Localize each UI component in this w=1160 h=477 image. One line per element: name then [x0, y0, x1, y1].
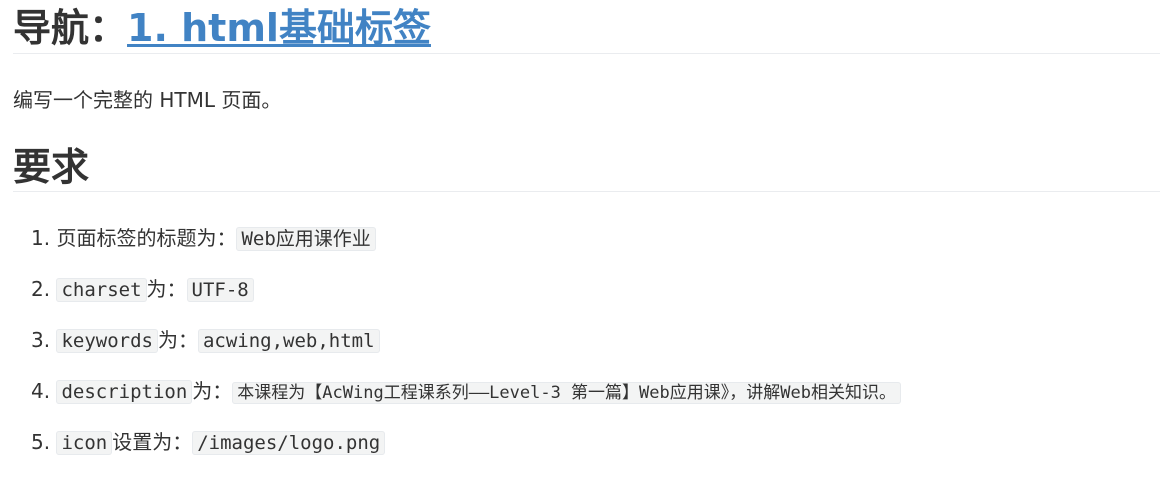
item-number: 1.: [31, 226, 51, 250]
item-code: 本课程为【AcWing工程课系列——Level-3 第一篇】Web应用课》，讲解…: [232, 382, 901, 404]
item-code: acwing,web,html: [197, 329, 380, 353]
nav-prefix: 导航：: [13, 6, 128, 50]
item-key-code: icon: [56, 431, 113, 455]
list-item: 1. 页面标签的标题为： Web应用课作业: [31, 222, 901, 273]
item-text: 为：: [157, 328, 198, 352]
section-title: 要求: [13, 144, 1160, 192]
item-code: UTF-8: [186, 278, 254, 302]
list-item: 5. icon 设置为：/images/logo.png: [31, 426, 901, 477]
item-key-code: keywords: [56, 329, 158, 353]
item-number: 3.: [31, 328, 51, 352]
page-title: 导航：1. html基础标签: [13, 0, 1160, 54]
item-number: 5.: [31, 430, 51, 454]
item-number: 2.: [31, 277, 51, 301]
item-code: /images/logo.png: [192, 431, 386, 455]
list-item: 2. charset 为： UTF-8: [31, 273, 901, 324]
intro-text: 编写一个完整的 HTML 页面。: [13, 88, 282, 112]
item-key-code: charset: [56, 278, 147, 302]
item-number: 4.: [31, 379, 51, 403]
item-text: 设置为：: [112, 430, 193, 454]
document: 导航：1. html基础标签 编写一个完整的 HTML 页面。 要求 1. 页面…: [13, 0, 1160, 455]
requirements-list: 1. 页面标签的标题为： Web应用课作业 2. charset 为： UTF-8 3…: [31, 222, 901, 477]
list-item: 4. description 为： 本课程为【AcWing工程课系列——Level-…: [31, 375, 901, 426]
nav-link[interactable]: 1. html基础标签: [127, 6, 431, 50]
item-key-code: description: [56, 380, 193, 404]
item-text: 页面标签的标题为：: [56, 226, 237, 250]
item-text: 为：: [146, 277, 187, 301]
list-item: 3. keywords 为： acwing,web,html: [31, 324, 901, 375]
item-text: 为：: [192, 379, 233, 403]
item-code: Web应用课作业: [236, 227, 376, 251]
